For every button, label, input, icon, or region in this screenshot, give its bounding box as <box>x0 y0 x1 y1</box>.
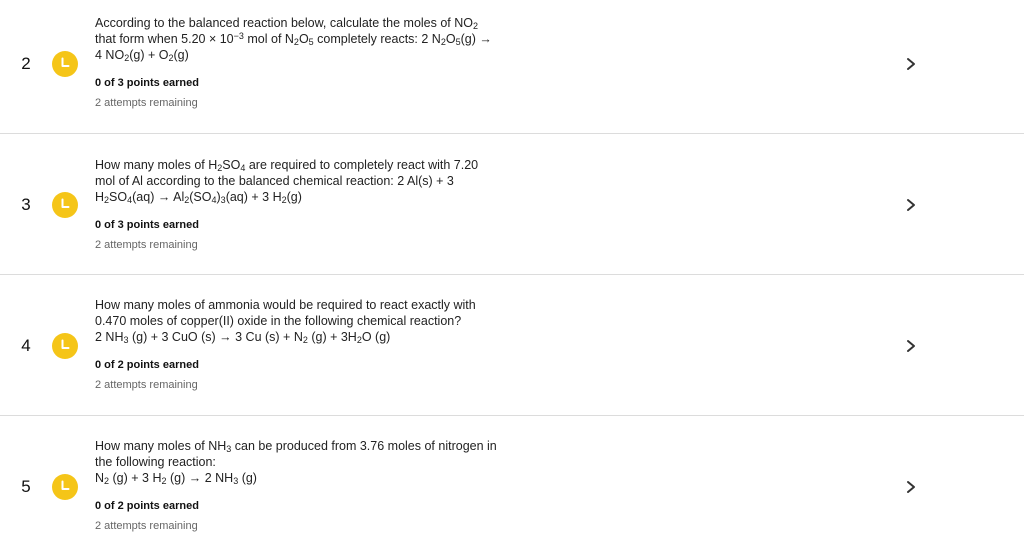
question-body: According to the balanced reaction below… <box>95 15 515 109</box>
clock-icon <box>52 474 78 500</box>
question-row-3[interactable]: 3 How many moles of H2SO4 are required t… <box>0 134 1024 274</box>
chevron-right-icon[interactable] <box>904 480 918 494</box>
question-row-4[interactable]: 4 How many moles of ammonia would be req… <box>0 275 1024 415</box>
points-earned: 0 of 3 points earned <box>95 219 199 231</box>
question-row-2[interactable]: 2 According to the balanced reaction bel… <box>0 0 1024 133</box>
clock-icon <box>52 51 78 77</box>
question-line: H2SO4(aq) → Al2(SO4)3(aq) + 3 H2(g) <box>95 190 302 205</box>
attempts-remaining: 2 attempts remaining <box>95 379 198 391</box>
question-text: How many moles of NH3 can be produced fr… <box>95 438 515 486</box>
question-line: According to the balanced reaction below… <box>95 16 479 31</box>
question-line: that form when 5.20 × 10−3 mol of N2O5 c… <box>95 31 492 47</box>
chevron-right-icon[interactable] <box>904 57 918 71</box>
question-row-5[interactable]: 5 How many moles of NH3 can be produced … <box>0 416 1024 541</box>
clock-icon <box>52 192 78 218</box>
clock-icon <box>52 333 78 359</box>
question-text: According to the balanced reaction below… <box>95 15 515 63</box>
question-body: How many moles of H2SO4 are required to … <box>95 157 515 251</box>
chevron-right-icon[interactable] <box>904 198 918 212</box>
points-earned: 0 of 3 points earned <box>95 77 199 89</box>
attempts-remaining: 2 attempts remaining <box>95 239 198 251</box>
question-number: 2 <box>21 54 31 73</box>
question-line: the following reaction: <box>95 455 216 469</box>
question-line: How many moles of NH3 can be produced fr… <box>95 439 497 454</box>
question-line: 4 NO2(g) + O2(g) <box>95 48 189 63</box>
question-line: How many moles of ammonia would be requi… <box>95 298 476 312</box>
question-body: How many moles of ammonia would be requi… <box>95 297 515 391</box>
question-line: mol of Al according to the balanced chem… <box>95 174 454 188</box>
question-body: How many moles of NH3 can be produced fr… <box>95 438 515 532</box>
attempts-remaining: 2 attempts remaining <box>95 520 198 532</box>
points-earned: 0 of 2 points earned <box>95 500 199 512</box>
question-list: 2 According to the balanced reaction bel… <box>0 0 1024 541</box>
attempts-remaining: 2 attempts remaining <box>95 97 198 109</box>
question-line: N2 (g) + 3 H2 (g) → 2 NH3 (g) <box>95 471 257 486</box>
question-number: 5 <box>21 477 31 496</box>
question-line: 2 NH3 (g) + 3 CuO (s) → 3 Cu (s) + N2 (g… <box>95 330 391 345</box>
points-earned: 0 of 2 points earned <box>95 359 199 371</box>
question-text: How many moles of H2SO4 are required to … <box>95 157 515 205</box>
question-line: 0.470 moles of copper(II) oxide in the f… <box>95 314 462 328</box>
question-number: 4 <box>21 336 31 355</box>
question-number: 3 <box>21 195 31 214</box>
chevron-right-icon[interactable] <box>904 339 918 353</box>
question-line: How many moles of H2SO4 are required to … <box>95 158 479 173</box>
question-text: How many moles of ammonia would be requi… <box>95 297 515 345</box>
